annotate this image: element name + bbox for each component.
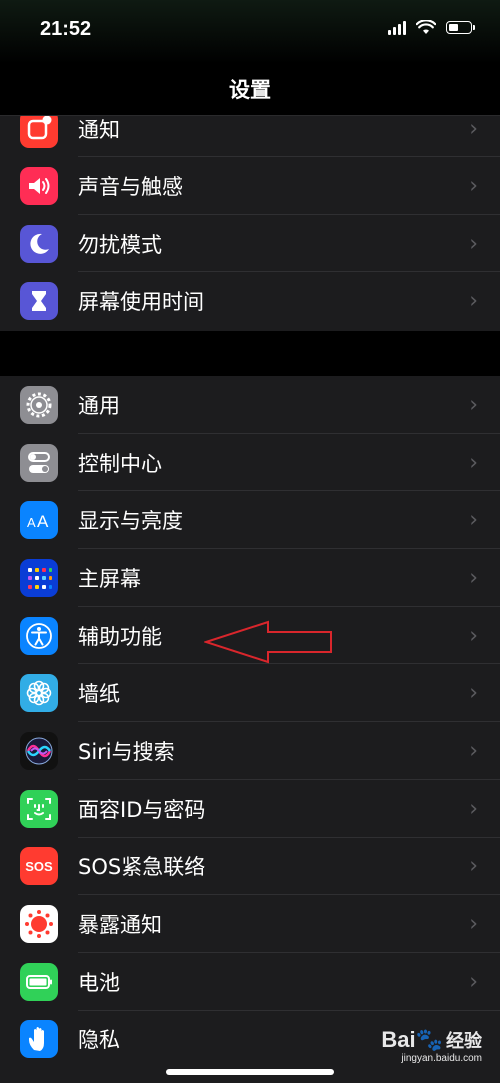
annotation-arrow — [204, 620, 332, 664]
page-title: 设置 — [229, 78, 271, 102]
settings-row-emergency-sos[interactable]: SOS SOS紧急联络 › — [0, 838, 500, 896]
signal-icon — [388, 20, 406, 35]
chevron-right-icon: › — [469, 173, 478, 199]
text-size-icon: AA — [20, 501, 58, 540]
status-icons — [388, 20, 475, 35]
battery-icon — [446, 21, 475, 34]
watermark-logo: Bai🐾 经验 — [381, 1027, 482, 1053]
settings-group-1: 通知 › 声音与触感 › 勿扰模式 › 屏幕使用时间 › — [0, 100, 500, 331]
settings-group-2: 通用 › 控制中心 › AA 显示与亮度 › 主屏幕 › 辅助功能 › 墙纸 ›… — [0, 376, 500, 1083]
settings-row-sounds[interactable]: 声音与触感 › — [0, 157, 500, 215]
gear-icon — [20, 385, 58, 424]
chevron-right-icon: › — [469, 623, 478, 649]
chevron-right-icon: › — [469, 796, 478, 822]
chevron-right-icon: › — [469, 507, 478, 533]
battery-setting-icon — [20, 962, 58, 1001]
settings-row-label: 暴露通知 — [78, 913, 162, 938]
sos-icon-text: SOS — [25, 858, 53, 874]
settings-row-label: 控制中心 — [78, 451, 162, 476]
chevron-right-icon: › — [469, 853, 478, 879]
settings-row-label: 勿扰模式 — [78, 232, 162, 257]
settings-row-label: 电池 — [78, 970, 120, 995]
chevron-right-icon: › — [469, 738, 478, 764]
settings-row-wallpaper[interactable]: 墙纸 › — [0, 664, 500, 722]
settings-row-label: 通用 — [78, 393, 120, 418]
chevron-right-icon: › — [469, 969, 478, 995]
settings-row-label: Siri与搜索 — [78, 739, 175, 764]
settings-row-label: 显示与亮度 — [78, 509, 183, 534]
status-bar: 21:52 — [0, 0, 500, 64]
settings-row-control-center[interactable]: 控制中心 › — [0, 434, 500, 492]
exposure-icon — [20, 905, 58, 944]
settings-row-label: 屏幕使用时间 — [78, 290, 204, 315]
settings-row-face-id[interactable]: 面容ID与密码 › — [0, 780, 500, 838]
status-time: 21:52 — [40, 18, 92, 40]
home-grid-icon — [20, 558, 58, 597]
home-indicator[interactable] — [166, 1069, 334, 1075]
settings-row-label: SOS紧急联络 — [78, 855, 206, 880]
settings-row-display[interactable]: AA 显示与亮度 › — [0, 491, 500, 549]
chevron-right-icon: › — [469, 288, 478, 314]
chevron-right-icon: › — [469, 231, 478, 257]
speaker-icon — [20, 166, 58, 205]
settings-row-screen-time[interactable]: 屏幕使用时间 › — [0, 272, 500, 330]
settings-row-do-not-disturb[interactable]: 勿扰模式 › — [0, 215, 500, 273]
chevron-right-icon: › — [469, 565, 478, 591]
watermark-brand: Bai — [381, 1027, 416, 1052]
toggles-icon — [20, 443, 58, 482]
settings-row-battery[interactable]: 电池 › — [0, 953, 500, 1011]
settings-row-label: 声音与触感 — [78, 174, 183, 199]
moon-icon — [20, 224, 58, 263]
hand-icon — [20, 1020, 58, 1059]
accessibility-icon — [20, 616, 58, 655]
hourglass-icon — [20, 282, 58, 321]
watermark-url: jingyan.baidu.com — [401, 1053, 482, 1064]
chevron-right-icon: › — [469, 680, 478, 706]
settings-row-label: 面容ID与密码 — [78, 797, 206, 822]
settings-row-label: 主屏幕 — [78, 566, 141, 591]
face-id-icon — [20, 789, 58, 828]
settings-row-label: 通知 — [78, 117, 120, 142]
wifi-icon — [416, 20, 436, 34]
settings-row-siri[interactable]: Siri与搜索 › — [0, 722, 500, 780]
settings-row-home-screen[interactable]: 主屏幕 › — [0, 549, 500, 607]
siri-icon — [20, 731, 58, 770]
watermark: Bai🐾 经验 jingyan.baidu.com — [381, 1027, 482, 1064]
paw-icon: 🐾 — [415, 1027, 443, 1052]
settings-row-exposure-notifications[interactable]: 暴露通知 › — [0, 895, 500, 953]
chevron-right-icon: › — [469, 911, 478, 937]
sos-icon: SOS — [20, 847, 58, 886]
svg-text:A: A — [27, 515, 36, 530]
settings-row-label: 隐私 — [78, 1028, 120, 1053]
watermark-brand-2: 经验 — [446, 1031, 482, 1051]
nav-divider — [0, 115, 500, 116]
settings-row-general[interactable]: 通用 › — [0, 376, 500, 434]
settings-row-label: 墙纸 — [78, 682, 120, 707]
flower-icon — [20, 674, 58, 713]
chevron-right-icon: › — [469, 116, 478, 141]
svg-text:A: A — [37, 512, 49, 531]
chevron-right-icon: › — [469, 392, 478, 418]
settings-row-label: 辅助功能 — [78, 624, 162, 649]
chevron-right-icon: › — [469, 450, 478, 476]
